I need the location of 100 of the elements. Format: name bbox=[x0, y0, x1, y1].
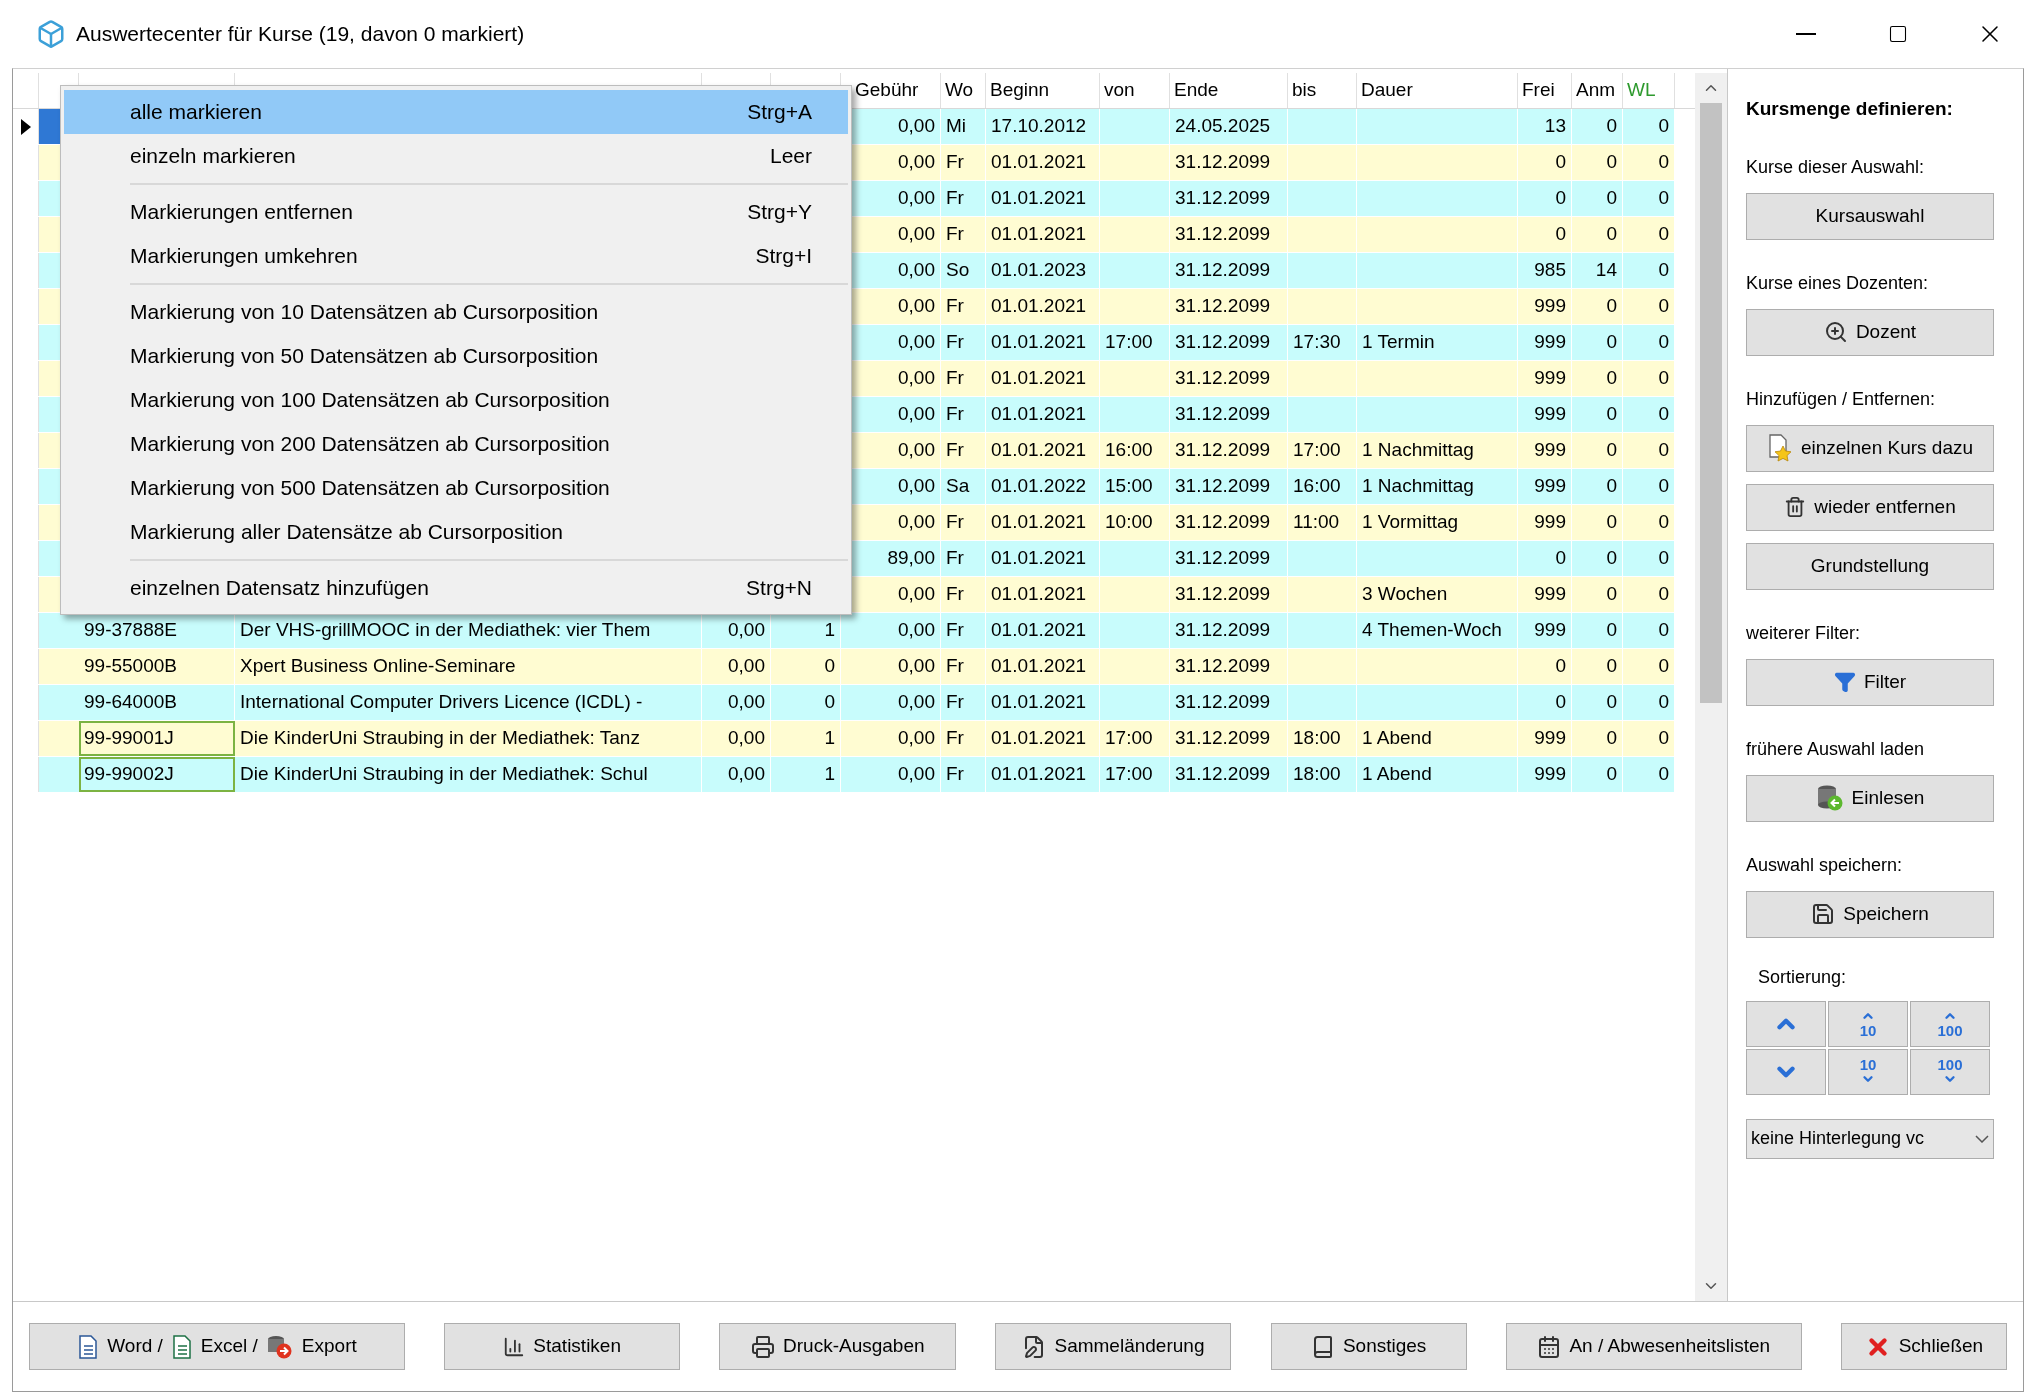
fee-cell: 0,00 bbox=[841, 721, 941, 756]
row-marker-cell[interactable] bbox=[39, 613, 79, 648]
title-cell: Die KinderUni Straubing in der Mediathek: Schul bbox=[235, 757, 702, 792]
date-cell: 31.12.2099 bbox=[1170, 613, 1288, 648]
calendar-icon bbox=[1537, 1334, 1562, 1359]
sidebar-button[interactable]: Kursauswahl bbox=[1746, 192, 1994, 240]
date-cell: 01.01.2023 bbox=[986, 253, 1100, 288]
column-header[interactable]: Wo bbox=[945, 75, 974, 104]
table-cell: 0 bbox=[1572, 721, 1623, 756]
dropdown-field[interactable]: keine Hinterlegung vc bbox=[1746, 1118, 1994, 1159]
toolbar-button[interactable]: An / Abwesenheitslisten bbox=[1505, 1323, 1802, 1370]
table-cell: 0 bbox=[1623, 217, 1675, 252]
table-cell: 0 bbox=[1572, 361, 1623, 396]
table-cell: 0 bbox=[1623, 649, 1675, 684]
table-cell: 999 bbox=[1518, 433, 1572, 468]
duration-cell: 4 Themen-Woch bbox=[1357, 613, 1518, 648]
table-cell: 0 bbox=[1572, 289, 1623, 324]
column-header[interactable]: Anm bbox=[1576, 75, 1616, 104]
time-cell: 18:00 bbox=[1288, 757, 1357, 792]
save-icon bbox=[1811, 902, 1836, 926]
table-cell: 0 bbox=[1623, 253, 1675, 288]
time-cell: 16:00 bbox=[1288, 469, 1357, 504]
table-cell: 0 bbox=[1623, 685, 1675, 720]
row-marker-cell[interactable] bbox=[39, 649, 79, 684]
vertical-scrollbar[interactable] bbox=[1695, 73, 1727, 1301]
column-header[interactable]: bis bbox=[1292, 75, 1317, 104]
duration-cell: 3 Wochen bbox=[1357, 577, 1518, 612]
fee-cell: 0,00 bbox=[841, 649, 941, 684]
column-header[interactable]: Gebühr bbox=[855, 75, 919, 104]
scrollbar-thumb[interactable] bbox=[1700, 103, 1722, 703]
table-cell: 999 bbox=[1518, 469, 1572, 504]
sidebar-button[interactable]: Filter bbox=[1746, 658, 1994, 706]
course-number-cell: 99-64000B bbox=[79, 685, 235, 720]
toolbar-button[interactable]: Sammeländerung bbox=[995, 1323, 1232, 1370]
sidebar-button[interactable]: wieder entfernen bbox=[1746, 483, 1994, 531]
time-cell: 18:00 bbox=[1288, 721, 1357, 756]
sidebar-button[interactable]: Speichern bbox=[1746, 890, 1994, 938]
sidebar-button[interactable]: Dozent bbox=[1746, 308, 1994, 356]
document-star-icon bbox=[1766, 434, 1793, 462]
date-cell: 31.12.2099 bbox=[1170, 757, 1288, 792]
row-marker-cell[interactable] bbox=[39, 685, 79, 720]
sort-button[interactable] bbox=[1746, 1000, 1826, 1047]
table-cell: 0,00 bbox=[702, 649, 771, 684]
sort-button[interactable]: 10 bbox=[1828, 1048, 1908, 1095]
sidebar-button[interactable]: Grundstellung bbox=[1746, 542, 1994, 590]
duration-cell: 1 Nachmittag bbox=[1357, 469, 1518, 504]
toolbar-button[interactable]: Word / Excel / Export bbox=[29, 1323, 405, 1370]
column-header[interactable]: Ende bbox=[1174, 75, 1219, 104]
section-label: Hinzufügen / Entfernen: bbox=[1746, 387, 1937, 411]
course-number-cell: 99-99002J bbox=[79, 757, 235, 792]
toolbar-button[interactable]: Sonstiges bbox=[1270, 1323, 1467, 1370]
table-cell: 999 bbox=[1518, 577, 1572, 612]
export-option: Excel / bbox=[200, 1332, 258, 1361]
toolbar-button[interactable]: Statistiken bbox=[444, 1323, 681, 1370]
column-header[interactable]: Frei bbox=[1522, 75, 1555, 104]
sidebar-heading: Kursmenge definieren: bbox=[1746, 97, 1954, 121]
sort-button[interactable]: 100 bbox=[1910, 1048, 1990, 1095]
date-cell: 31.12.2099 bbox=[1170, 289, 1288, 324]
course-number-cell: 99-55000B bbox=[79, 649, 235, 684]
date-cell: 31.12.2099 bbox=[1170, 253, 1288, 288]
sort-button[interactable] bbox=[1746, 1048, 1826, 1095]
table-cell: 0 bbox=[1572, 109, 1623, 144]
column-header[interactable]: WL bbox=[1627, 75, 1656, 104]
sidebar-button[interactable]: einzelnen Kurs dazu bbox=[1746, 424, 1994, 472]
table-cell: 1 bbox=[771, 721, 841, 756]
date-cell: 31.12.2099 bbox=[1170, 145, 1288, 180]
menu-item[interactable]: alle markieren Strg+A bbox=[64, 90, 848, 134]
row-marker-cell[interactable] bbox=[39, 721, 79, 756]
date-cell: 31.12.2099 bbox=[1170, 505, 1288, 540]
table-cell: 0 bbox=[1623, 109, 1675, 144]
date-cell: 01.01.2021 bbox=[986, 541, 1100, 576]
column-header[interactable]: Dauer bbox=[1361, 75, 1413, 104]
weekday-cell: Mi bbox=[941, 109, 986, 144]
column-header[interactable]: Beginn bbox=[990, 75, 1050, 104]
date-cell: 01.01.2021 bbox=[986, 757, 1100, 792]
print-icon bbox=[751, 1334, 776, 1359]
table-cell: 0 bbox=[1623, 757, 1675, 792]
duration-cell: 1 Nachmittag bbox=[1357, 433, 1518, 468]
toolbar-button[interactable]: Schließen bbox=[1840, 1323, 2007, 1370]
toolbar-button[interactable]: Druck-Ausgaben bbox=[719, 1323, 957, 1370]
row-marker-cell[interactable] bbox=[39, 757, 79, 792]
date-cell: 01.01.2021 bbox=[986, 397, 1100, 432]
zoom-in-icon bbox=[1823, 320, 1848, 344]
date-cell: 01.01.2021 bbox=[986, 181, 1100, 216]
date-cell: 01.01.2021 bbox=[986, 361, 1100, 396]
column-header[interactable]: von bbox=[1104, 75, 1135, 104]
table-cell: 0 bbox=[1572, 505, 1623, 540]
table-cell: 0 bbox=[1518, 685, 1572, 720]
table-cell: 0 bbox=[1623, 145, 1675, 180]
table-cell: 0 bbox=[1518, 217, 1572, 252]
weekday-cell: Fr bbox=[941, 289, 986, 324]
table-cell: 999 bbox=[1518, 505, 1572, 540]
sort-button[interactable]: 10 bbox=[1828, 1000, 1908, 1047]
table-cell: 0 bbox=[1572, 397, 1623, 432]
course-number-cell: 99-99001J bbox=[79, 721, 235, 756]
course-number-cell: 99-37888E bbox=[79, 613, 235, 648]
section-label: weiterer Filter: bbox=[1746, 621, 1862, 645]
sidebar-button[interactable]: Einlesen bbox=[1746, 774, 1994, 822]
sort-button[interactable]: 100 bbox=[1910, 1000, 1990, 1047]
window-title: Auswertecenter für Kurse (19, davon 0 markiert) bbox=[76, 21, 525, 48]
